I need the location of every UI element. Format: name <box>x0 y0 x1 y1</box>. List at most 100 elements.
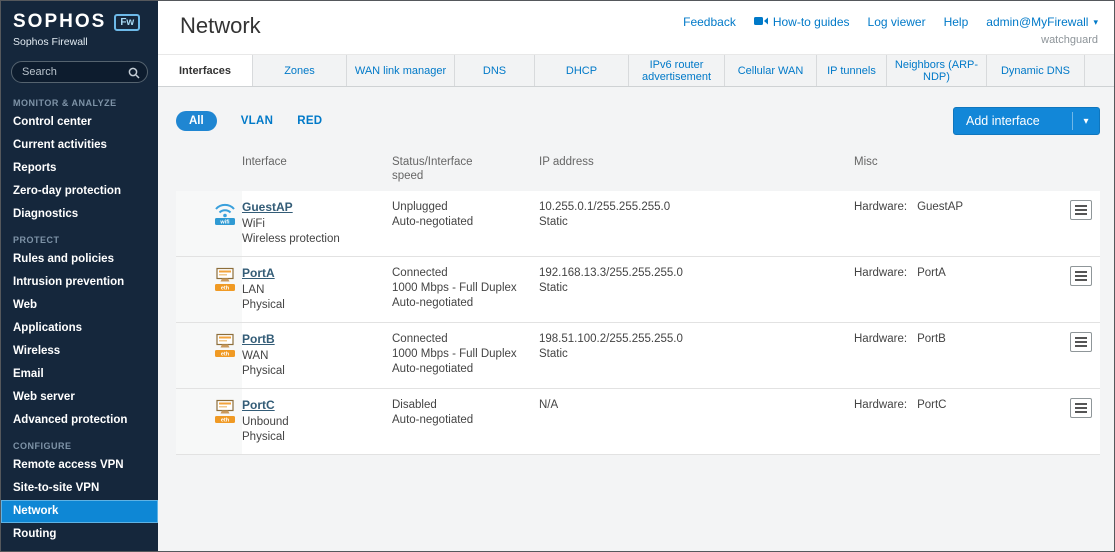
sidebar-item-routing[interactable]: Routing <box>1 523 158 546</box>
tab-bar: Interfaces Zones WAN link manager DNS DH… <box>158 54 1114 87</box>
svg-text:wifi: wifi <box>219 220 230 226</box>
status-cell: Connected 1000 Mbps - Full Duplex Auto-n… <box>392 257 539 322</box>
status-line: Unplugged <box>392 201 448 213</box>
section-label-monitor-analyze: MONITOR & ANALYZE <box>13 98 117 108</box>
chevron-down-icon: ▾ <box>1083 115 1089 127</box>
howto-guides-label: How-to guides <box>772 15 850 29</box>
interface-icon-cell: wifi eth <box>176 389 242 454</box>
sidebar-item-wireless[interactable]: Wireless <box>1 340 158 363</box>
help-link[interactable]: Help <box>944 15 969 29</box>
action-cell <box>1054 191 1100 256</box>
sidebar-item-intrusion-prevention[interactable]: Intrusion prevention <box>1 271 158 294</box>
interface-type: Wireless protection <box>242 233 340 245</box>
sidebar-item-diagnostics[interactable]: Diagnostics <box>1 203 158 226</box>
status-line: 1000 Mbps - Full Duplex <box>392 282 517 294</box>
sidebar-item-network[interactable]: Network <box>1 500 158 523</box>
tab-cellular-wan[interactable]: Cellular WAN <box>725 55 817 86</box>
video-icon <box>753 15 768 29</box>
header-spacer <box>1054 155 1100 183</box>
hardware-label: Hardware: <box>854 333 908 345</box>
ethernet-interface-icon: wifi eth <box>212 266 238 292</box>
content-area: All VLAN RED Add interface ▾ Interface S… <box>158 87 1114 551</box>
col-header-interface: Interface <box>242 156 287 168</box>
sidebar-item-rules-and-policies[interactable]: Rules and policies <box>1 248 158 271</box>
ip-cell: 192.168.13.3/255.255.255.0 Static <box>539 257 854 322</box>
status-line: 1000 Mbps - Full Duplex <box>392 348 517 360</box>
table-row: wifi eth PortA LAN Physical Connected 10… <box>176 257 1100 323</box>
hardware-value: GuestAP <box>917 201 964 213</box>
tab-dns[interactable]: DNS <box>455 55 535 86</box>
menu-icon <box>1075 205 1087 207</box>
sidebar-item-site-to-site-vpn[interactable]: Site-to-site VPN <box>1 477 158 500</box>
tab-dhcp[interactable]: DHCP <box>535 55 629 86</box>
hardware-label: Hardware: <box>854 267 908 279</box>
interface-cell: PortC Unbound Physical <box>242 389 392 454</box>
filter-vlan[interactable]: VLAN <box>241 115 274 127</box>
tab-dynamic-dns[interactable]: Dynamic DNS <box>987 55 1085 86</box>
feedback-link[interactable]: Feedback <box>683 15 736 29</box>
sidebar-item-reports[interactable]: Reports <box>1 157 158 180</box>
tab-interfaces[interactable]: Interfaces <box>158 55 253 86</box>
svg-text:eth: eth <box>221 418 230 424</box>
status-line: Connected <box>392 333 448 345</box>
tab-zones[interactable]: Zones <box>253 55 347 86</box>
interface-name-link[interactable]: PortB <box>242 332 275 347</box>
table-header: Interface Status/Interface speed IP addr… <box>176 151 1100 191</box>
sidebar-item-zero-day-protection[interactable]: Zero-day protection <box>1 180 158 203</box>
status-cell: Unplugged Auto-negotiated <box>392 191 539 256</box>
action-cell <box>1054 257 1100 322</box>
add-interface-button[interactable]: Add interface ▾ <box>953 107 1100 135</box>
tab-ipv6-router-advertisement[interactable]: IPv6 router advertisement <box>629 55 725 86</box>
interface-zone: Unbound <box>242 416 289 428</box>
hardware-label: Hardware: <box>854 399 908 411</box>
sidebar-item-current-activities[interactable]: Current activities <box>1 134 158 157</box>
status-cell: Disabled Auto-negotiated <box>392 389 539 454</box>
row-menu-button[interactable] <box>1070 266 1092 286</box>
sidebar-item-control-center[interactable]: Control center <box>1 111 158 134</box>
interface-name-link[interactable]: GuestAP <box>242 200 293 215</box>
status-line: Auto-negotiated <box>392 297 474 309</box>
ip-cell: N/A <box>539 389 854 454</box>
header-right: Feedback How-to guides Log viewer Help a… <box>683 13 1098 46</box>
sidebar-item-web-server[interactable]: Web server <box>1 386 158 409</box>
ip-mode: Static <box>539 348 568 360</box>
fw-badge: Fw <box>114 13 141 31</box>
user-menu[interactable]: admin@MyFirewall ▾ <box>986 15 1098 29</box>
tab-neighbors-arp-ndp[interactable]: Neighbors (ARP-NDP) <box>887 55 987 86</box>
sidebar-search <box>1 54 158 89</box>
sidebar-item-web[interactable]: Web <box>1 294 158 317</box>
tab-wan-link-manager[interactable]: WAN link manager <box>347 55 455 86</box>
tab-ip-tunnels[interactable]: IP tunnels <box>817 55 887 86</box>
sidebar-item-applications[interactable]: Applications <box>1 317 158 340</box>
filter-red[interactable]: RED <box>297 115 322 127</box>
main-area: Network Feedback How-to guides Log viewe… <box>158 1 1114 551</box>
sidebar-item-remote-access-vpn[interactable]: Remote access VPN <box>1 454 158 477</box>
interface-name-link[interactable]: PortC <box>242 398 275 413</box>
sidebar-item-email[interactable]: Email <box>1 363 158 386</box>
status-line: Connected <box>392 267 448 279</box>
header-links: Feedback How-to guides Log viewer Help a… <box>683 15 1098 29</box>
misc-cell: Hardware: PortB <box>854 323 1054 388</box>
ip-address: N/A <box>539 399 559 411</box>
interface-cell: PortA LAN Physical <box>242 257 392 322</box>
interface-icon-cell: wifi eth <box>176 257 242 322</box>
row-menu-button[interactable] <box>1070 332 1092 352</box>
ip-address: 10.255.0.1/255.255.255.0 <box>539 201 671 213</box>
misc-cell: Hardware: GuestAP <box>854 191 1054 256</box>
misc-cell: Hardware: PortA <box>854 257 1054 322</box>
filter-all[interactable]: All <box>176 111 217 131</box>
log-viewer-link[interactable]: Log viewer <box>868 15 926 29</box>
interface-name-link[interactable]: PortA <box>242 266 275 281</box>
page-header: Network Feedback How-to guides Log viewe… <box>158 1 1114 54</box>
interface-type: Physical <box>242 365 285 377</box>
row-menu-button[interactable] <box>1070 200 1092 220</box>
svg-text:eth: eth <box>221 352 230 358</box>
ip-mode: Static <box>539 282 568 294</box>
howto-guides-link[interactable]: How-to guides <box>753 15 850 29</box>
ip-cell: 10.255.0.1/255.255.255.0 Static <box>539 191 854 256</box>
sidebar-item-advanced-protection[interactable]: Advanced protection <box>1 409 158 432</box>
action-cell <box>1054 323 1100 388</box>
table-row: wifi eth GuestAP WiFi Wireless protectio… <box>176 191 1100 257</box>
row-menu-button[interactable] <box>1070 398 1092 418</box>
logo-block: SOPHOS Fw Sophos Firewall <box>1 1 158 54</box>
